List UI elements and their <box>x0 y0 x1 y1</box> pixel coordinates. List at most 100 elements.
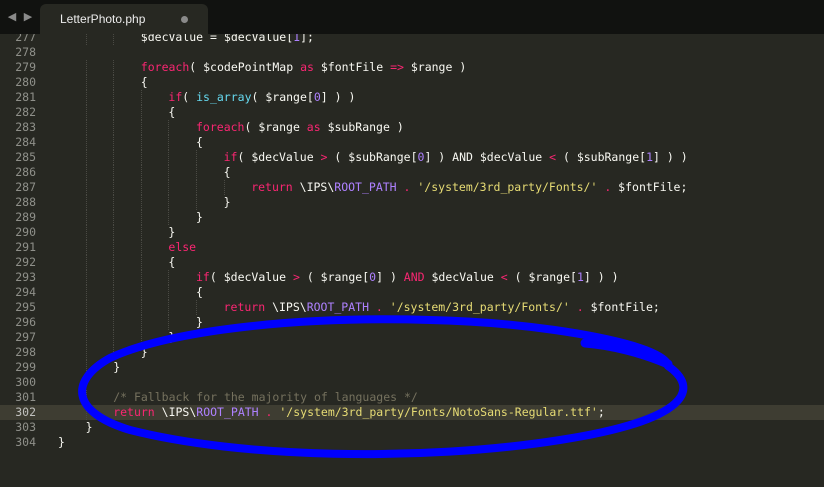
code-token: ROOT_PATH <box>306 300 369 314</box>
indent-guide <box>85 210 87 225</box>
code-line[interactable]: 297} <box>0 330 824 345</box>
code-token: is_array <box>196 90 252 104</box>
code-line[interactable]: 294 { <box>0 285 824 300</box>
line-number: 285 <box>15 150 36 164</box>
line-number: 289 <box>15 210 36 224</box>
code-token: $range <box>410 60 453 74</box>
code-editor[interactable]: 277 $decValue = $decValue[1]; 278 279 foreac… <box>0 34 824 487</box>
indent-guide <box>140 270 142 285</box>
code-line[interactable]: 303} <box>0 420 824 435</box>
code-text[interactable]: { <box>196 135 203 150</box>
indent-guide <box>140 315 142 330</box>
code-line[interactable]: 283 foreach( $range as $subRange ) <box>0 120 824 135</box>
code-text[interactable]: { <box>196 285 203 300</box>
indent-guide <box>113 90 115 105</box>
indent-guide <box>85 240 87 255</box>
code-text[interactable]: { <box>168 105 175 120</box>
code-line[interactable]: 280 { <box>0 75 824 90</box>
code-text[interactable]: /* Fallback for the majority of language… <box>113 390 418 405</box>
code-text[interactable]: if( is_array( $range[0] ) ) <box>168 90 355 105</box>
code-token: return <box>251 180 300 194</box>
code-line[interactable]: 300 <box>0 375 824 390</box>
indent-guide <box>140 90 142 105</box>
code-token: ) <box>389 120 404 134</box>
code-line[interactable]: 279 foreach( $codePointMap as $fontFile =… <box>0 60 824 75</box>
unsaved-dot-icon[interactable] <box>181 16 188 23</box>
code-text[interactable]: return \IPS\ROOT_PATH . '/system/3rd_par… <box>224 300 660 315</box>
code-line[interactable]: 301 /* Fallback for the majority of langu… <box>0 390 824 405</box>
code-line[interactable]: 290} <box>0 225 824 240</box>
code-text[interactable]: return \IPS\ROOT_PATH . '/system/3rd_par… <box>113 405 605 420</box>
code-text[interactable]: } <box>86 420 93 435</box>
line-number: 291 <box>15 240 36 254</box>
code-line[interactable]: 296} <box>0 315 824 330</box>
code-token: ( <box>514 270 529 284</box>
code-token: ( <box>562 150 577 164</box>
code-text[interactable]: return \IPS\ROOT_PATH . '/system/3rd_par… <box>251 180 687 195</box>
code-line[interactable]: 286 { <box>0 165 824 180</box>
code-text[interactable]: foreach( $range as $subRange ) <box>196 120 404 135</box>
code-line[interactable]: 282 { <box>0 105 824 120</box>
code-line[interactable]: 291 else <box>0 240 824 255</box>
code-token: ( <box>182 90 197 104</box>
code-token: ] ) ) <box>320 90 356 104</box>
indent-guide <box>85 405 87 420</box>
indent-guide <box>196 300 197 315</box>
code-text[interactable]: } <box>168 225 175 240</box>
code-token: } <box>58 435 65 449</box>
code-line[interactable]: 295 return \IPS\ROOT_PATH . '/system/3rd_… <box>0 300 824 315</box>
code-text[interactable]: } <box>224 195 231 210</box>
code-text[interactable]: { <box>141 75 148 90</box>
code-text[interactable]: } <box>168 330 175 345</box>
code-text[interactable]: else <box>168 240 196 255</box>
indent-guide <box>113 225 115 240</box>
indent-guide <box>140 165 142 180</box>
indent-guide <box>140 330 142 345</box>
indent-guide <box>85 120 87 135</box>
indent-guide <box>168 150 170 165</box>
indent-guide <box>85 135 87 150</box>
code-line[interactable]: 287 return \IPS\ROOT_PATH . '/system/3rd_… <box>0 180 824 195</box>
code-line[interactable]: 277 $decValue = $decValue[1]; <box>0 34 824 45</box>
indent-guide <box>140 240 142 255</box>
code-text[interactable]: { <box>168 255 175 270</box>
code-text[interactable]: } <box>113 360 120 375</box>
code-token: ( <box>306 270 321 284</box>
code-line[interactable]: 304} <box>0 435 824 450</box>
code-token: { <box>140 75 148 89</box>
line-number: 301 <box>15 390 36 404</box>
code-line[interactable]: 285 if( $decValue > ( $subRange[0] ) AND … <box>0 150 824 165</box>
code-line[interactable]: 284 { <box>0 135 824 150</box>
code-text[interactable]: } <box>196 315 203 330</box>
code-text[interactable]: } <box>141 345 148 360</box>
line-number: 298 <box>15 345 36 359</box>
code-line[interactable]: 292 { <box>0 255 824 270</box>
indent-guide <box>140 105 142 120</box>
code-text[interactable]: { <box>224 165 231 180</box>
code-text[interactable]: if( $decValue > ( $subRange[0] ) AND $de… <box>224 150 688 165</box>
code-text[interactable]: } <box>58 435 65 450</box>
code-line[interactable]: 281 if( is_array( $range[0] ) ) <box>0 90 824 105</box>
forward-arrow-icon[interactable]: ▶ <box>19 0 37 34</box>
indent-guide <box>140 285 142 300</box>
code-token: < <box>542 150 563 164</box>
code-text[interactable]: if( $decValue > ( $range[0] ) AND $decVa… <box>196 270 619 285</box>
code-token: $range <box>258 120 300 134</box>
code-token: return <box>113 405 162 419</box>
code-token: { <box>196 135 203 149</box>
code-line[interactable]: 293 if( $decValue > ( $range[0] ) AND $de… <box>0 270 824 285</box>
code-line[interactable]: 278 <box>0 45 824 60</box>
code-line[interactable]: 289} <box>0 210 824 225</box>
code-line[interactable]: 299} <box>0 360 824 375</box>
code-token: $decValue <box>223 34 287 44</box>
code-text[interactable]: } <box>196 210 203 225</box>
indent-guide <box>85 285 87 300</box>
code-line[interactable]: 302 return \IPS\ROOT_PATH . '/system/3rd_… <box>0 405 824 420</box>
indent-guide <box>140 120 142 135</box>
code-line[interactable]: 298} <box>0 345 824 360</box>
tab-letterphoto[interactable]: LetterPhoto.php <box>40 4 208 34</box>
code-text[interactable]: $decValue = $decValue[1]; <box>141 34 314 45</box>
code-lines[interactable]: 277 $decValue = $decValue[1]; 278 279 foreac… <box>0 34 824 450</box>
code-line[interactable]: 288} <box>0 195 824 210</box>
code-text[interactable]: foreach( $codePointMap as $fontFile => $… <box>141 60 466 75</box>
